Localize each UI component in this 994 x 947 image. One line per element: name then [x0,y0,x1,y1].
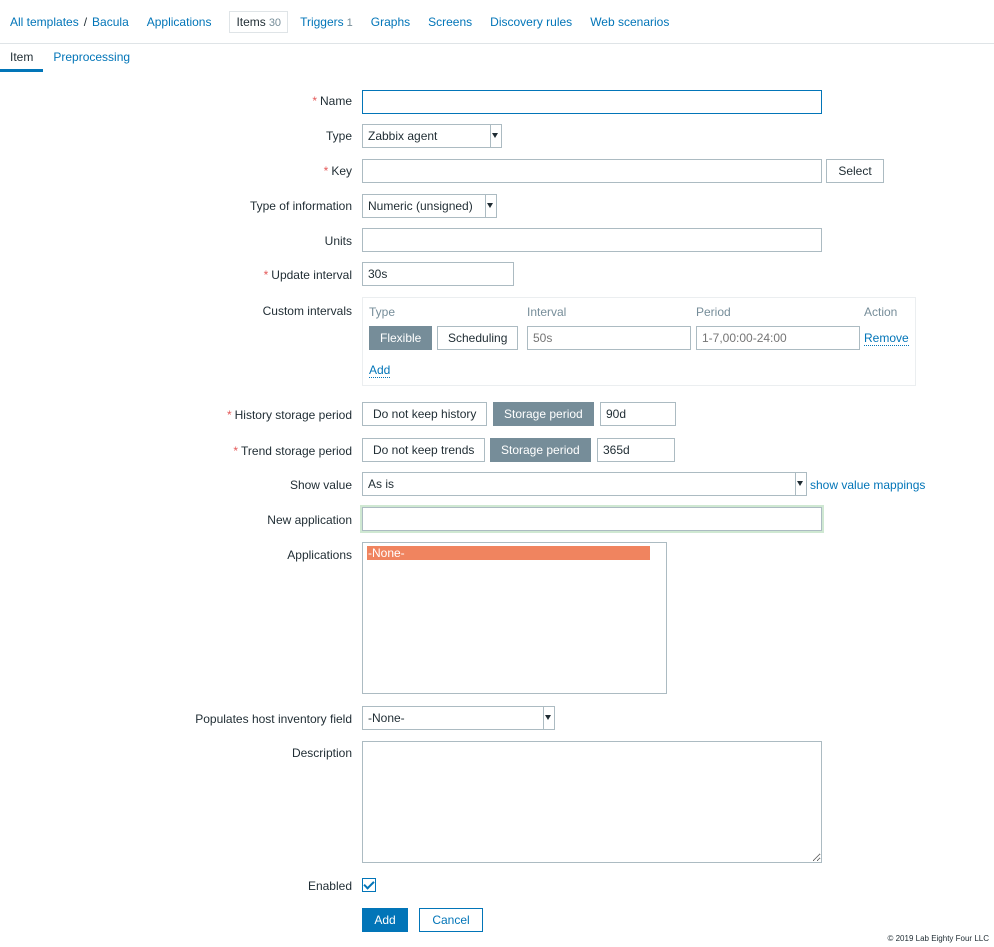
nav-discovery-rules[interactable]: Discovery rules [490,15,572,29]
name-label-text: Name [319,94,352,108]
history-no-keep-toggle[interactable]: Do not keep history [362,402,488,426]
info-type-label: Type of information [249,199,352,213]
chevron-down-icon [545,715,551,720]
tab-preprocessing[interactable]: Preprocessing [43,44,140,72]
info-type-select-value: Numeric (unsigned) [368,199,473,213]
col-interval-header: Interval [527,305,567,319]
nav-screens[interactable]: Screens [428,15,472,29]
custom-intervals-label: Custom intervals [262,304,352,318]
key-select-button[interactable]: Select [826,159,884,183]
col-action-header: Action [864,305,898,319]
nav-web-scenarios[interactable]: Web scenarios [590,15,669,29]
col-period-header: Period [696,305,731,319]
required-mark: * [226,408,232,422]
tab-item[interactable]: Item [0,44,44,72]
chevron-down-icon [797,481,803,486]
applications-listbox[interactable]: -None- [362,542,667,694]
nav-items-count: 30 [268,16,282,29]
history-input[interactable] [600,402,676,426]
type-select-value: Zabbix agent [368,129,438,143]
type-select[interactable]: Zabbix agent [362,124,502,148]
name-input[interactable] [362,90,822,114]
trend-label: * Trend storage period [233,444,352,458]
flexible-toggle[interactable]: Flexible [369,326,433,350]
units-input[interactable] [362,228,822,252]
inventory-field-select[interactable]: -None- [362,706,555,730]
new-application-label: New application [267,513,352,527]
nav-triggers-label: Triggers [300,14,344,29]
name-label: * Name [312,94,352,108]
breadcrumb-all-templates[interactable]: All templates [10,15,79,29]
required-mark: * [233,444,239,458]
scheduling-toggle[interactable]: Scheduling [437,326,519,350]
key-input[interactable] [362,159,822,183]
key-label-text: Key [331,164,352,178]
required-mark: * [263,268,269,282]
nav-items[interactable]: Items 30 [229,10,289,33]
applications-label: Applications [287,548,352,562]
trend-label-text: Trend storage period [241,444,352,458]
update-interval-input[interactable] [362,262,514,286]
inventory-field-select-value: -None- [368,711,405,725]
trend-storage-toggle[interactable]: Storage period [490,438,591,462]
item-form: * Name Type Zabbix agent * Key Select Type… [0,72,994,947]
units-label: Units [324,234,352,248]
show-value-select[interactable]: As is [362,472,807,496]
history-label: * History storage period [227,408,352,422]
top-navigation: All templates / Bacula Applications Item… [0,0,994,44]
update-interval-label: * Update interval [264,268,352,282]
chevron-down-icon [492,133,498,138]
add-button[interactable]: Add [362,908,408,932]
history-label-text: History storage period [234,408,352,422]
show-value-select-value: As is [368,477,395,491]
cancel-button[interactable]: Cancel [419,908,483,932]
show-value-mappings-link[interactable]: show value mappings [810,478,925,492]
custom-intervals-table: Type Interval Period Action Flexible Sch… [362,297,916,386]
info-type-select[interactable]: Numeric (unsigned) [362,194,497,218]
key-label: * Key [324,164,352,178]
breadcrumb-separator: / [83,14,88,29]
custom-interval-input[interactable] [527,326,691,350]
new-application-input[interactable] [362,507,822,531]
nav-triggers-count: 1 [346,16,353,29]
inventory-field-label: Populates host inventory field [195,712,352,726]
description-label: Description [291,746,352,760]
breadcrumb-template[interactable]: Bacula [92,15,129,29]
remove-interval-link[interactable]: Remove [864,331,909,346]
nav-graphs[interactable]: Graphs [371,15,410,29]
nav-applications[interactable]: Applications [147,15,212,29]
applications-option-none[interactable]: -None- [367,546,650,560]
enabled-checkbox[interactable] [362,878,376,892]
trend-no-keep-toggle[interactable]: Do not keep trends [362,438,486,462]
chevron-down-icon [487,203,493,208]
required-mark: * [323,164,329,178]
custom-period-input[interactable] [696,326,860,350]
trend-input[interactable] [597,438,675,462]
col-type-header: Type [369,305,396,319]
add-interval-link[interactable]: Add [369,363,391,378]
enabled-label: Enabled [307,879,352,893]
type-label: Type [325,129,352,143]
update-interval-label-text: Update interval [271,268,352,282]
description-textarea[interactable] [362,741,822,863]
footer-copyright: © 2019 Lab Eighty Four LLC [887,934,989,943]
nav-triggers[interactable]: Triggers 1 [300,15,353,29]
required-mark: * [312,94,317,108]
form-tabs: Item Preprocessing [0,44,994,73]
show-value-label: Show value [289,478,352,492]
nav-items-label: Items [236,14,266,29]
history-storage-toggle[interactable]: Storage period [493,402,594,426]
